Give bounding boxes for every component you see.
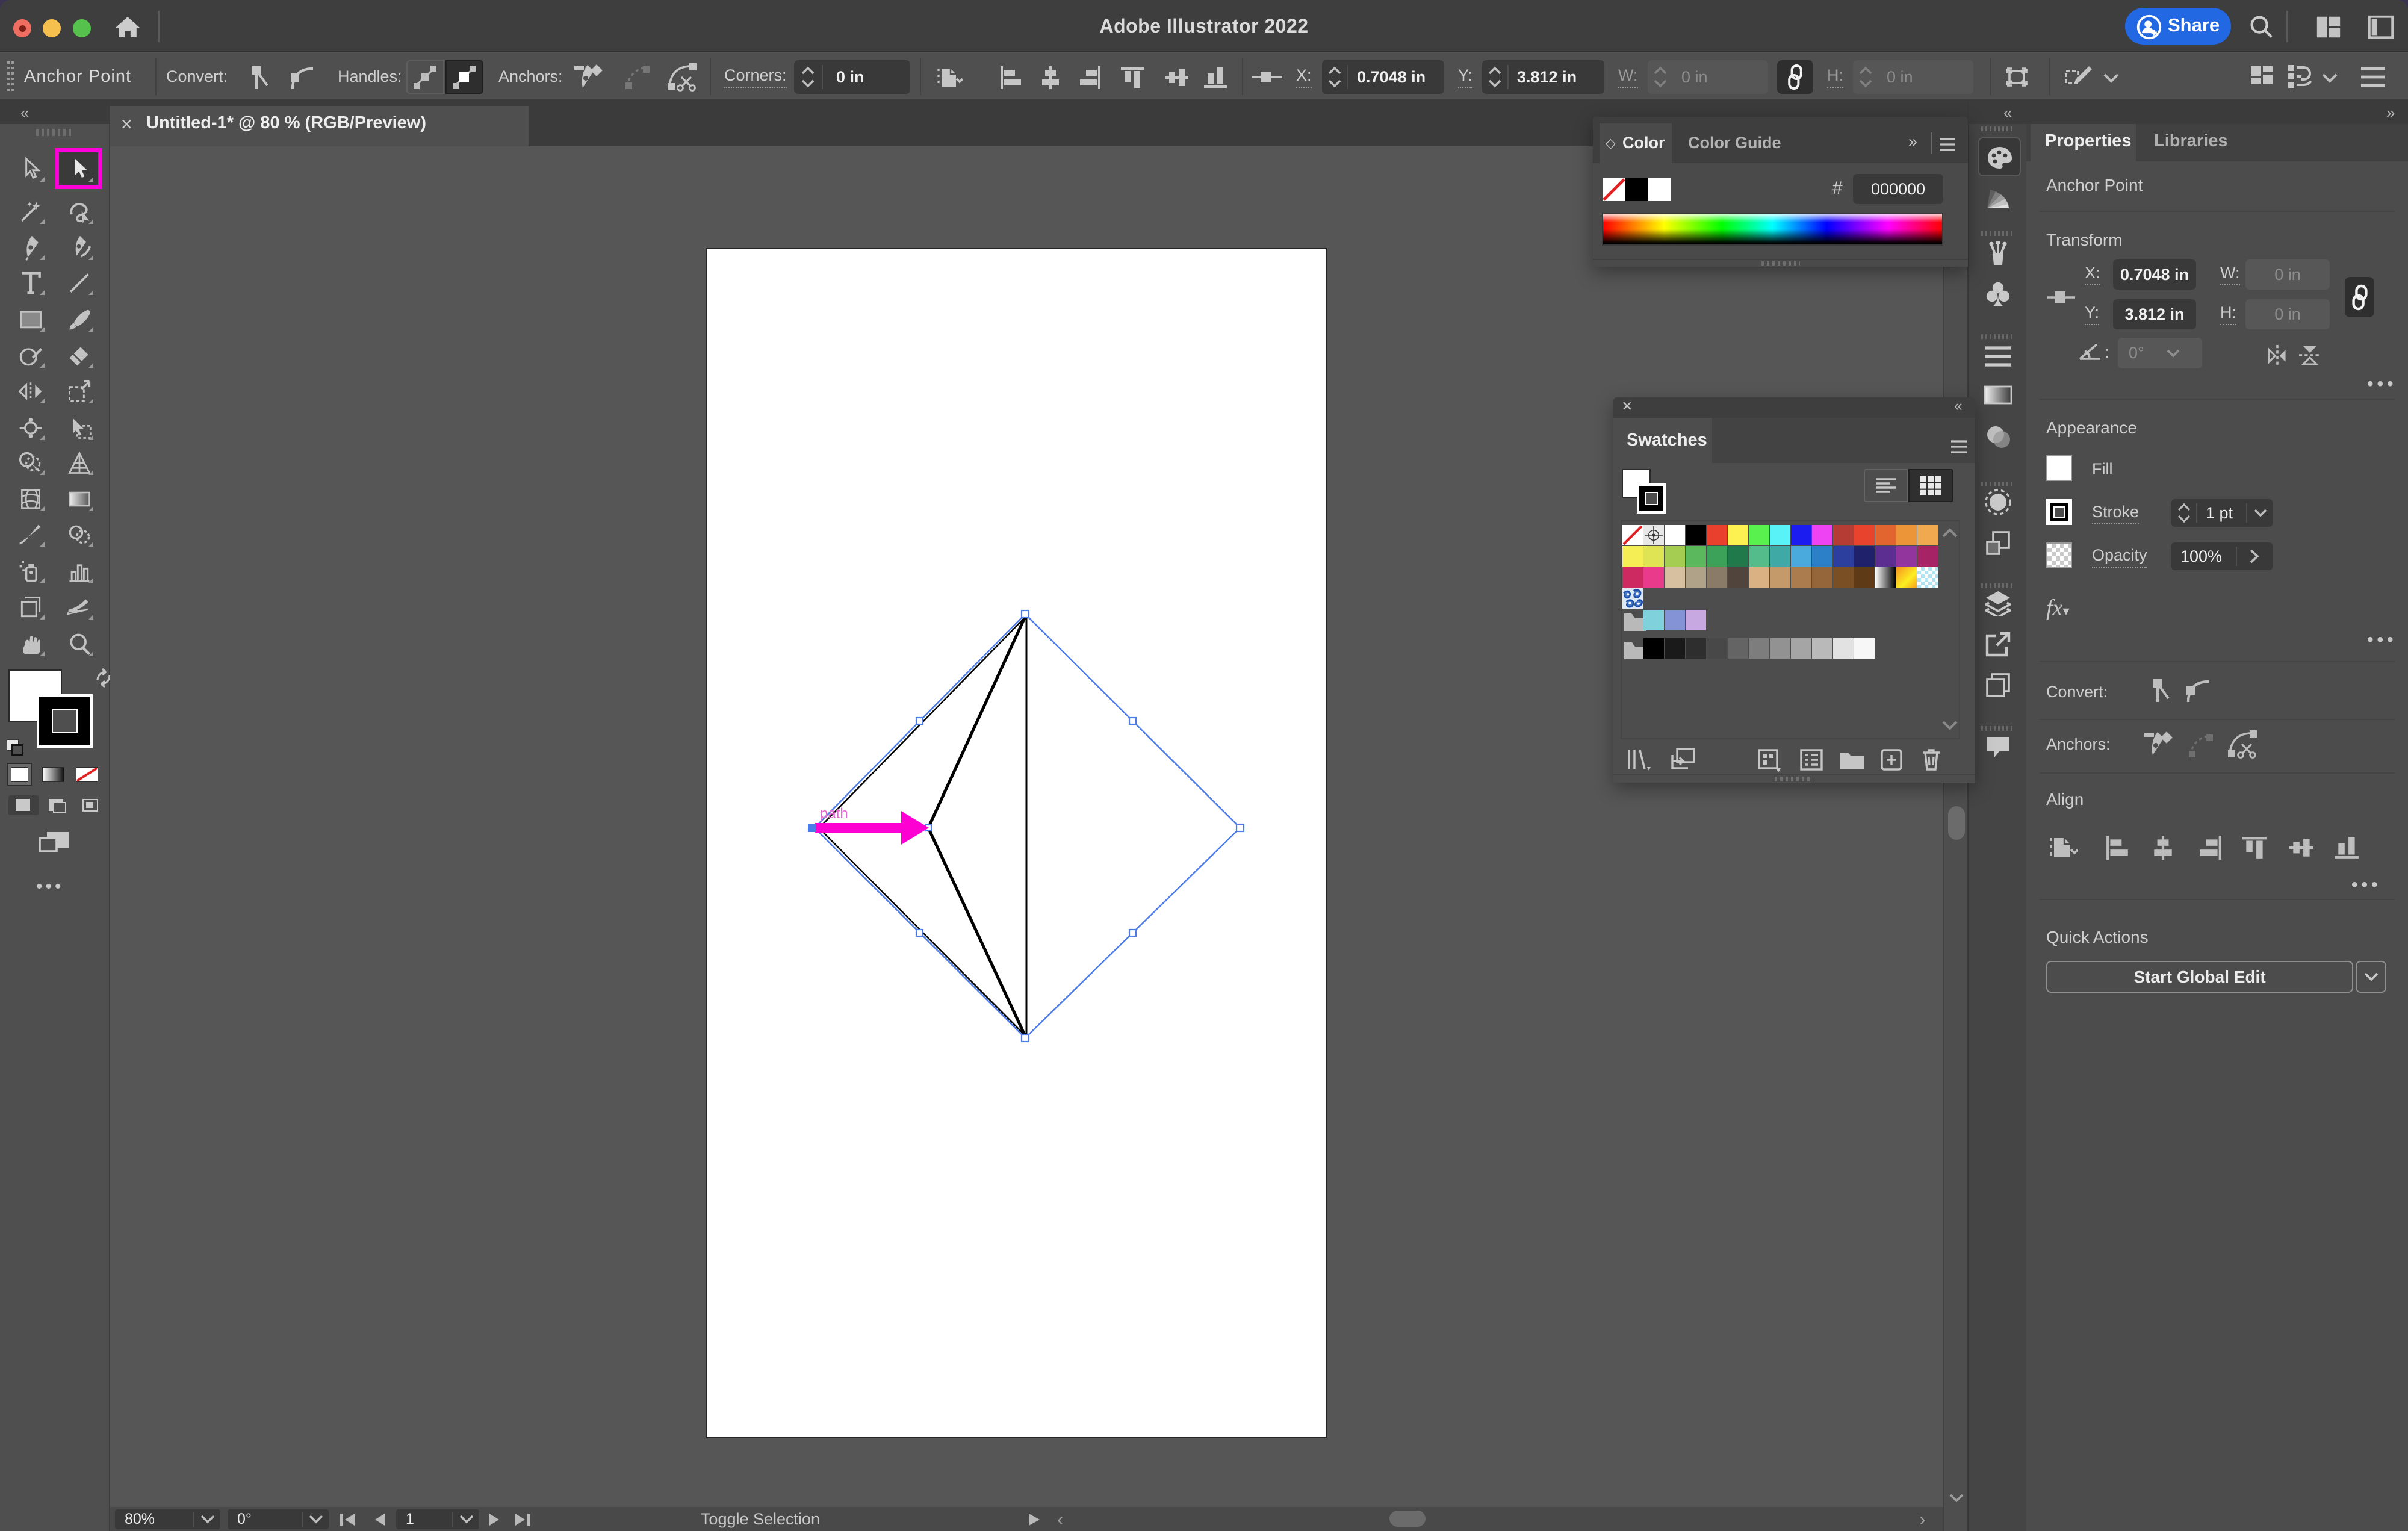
svg-text:path: path (820, 806, 848, 822)
